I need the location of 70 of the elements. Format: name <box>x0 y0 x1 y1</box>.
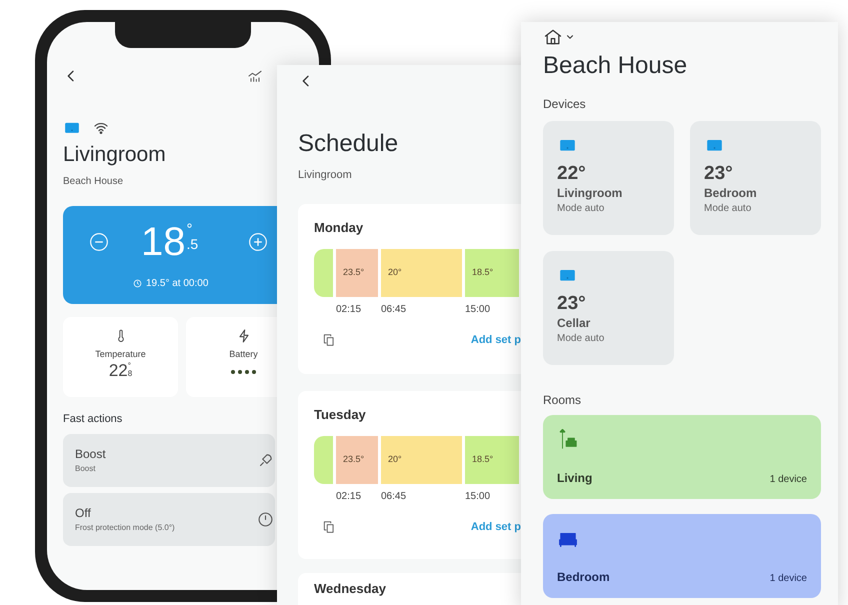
room-card[interactable]: Bedroom 1 device <box>543 514 821 598</box>
device-mode: Mode auto <box>557 332 604 346</box>
action-title: Boost <box>75 446 106 464</box>
section-heading: Fast actions <box>63 412 124 428</box>
degree-sign: ° <box>128 362 132 370</box>
section-heading: Rooms <box>543 392 582 409</box>
schedule-segment[interactable]: 18.5° <box>465 436 519 484</box>
device-card[interactable]: 23° Cellar Mode auto <box>543 251 674 365</box>
schedule-segment[interactable]: 20° <box>381 436 462 484</box>
minus-circle-icon <box>89 232 109 252</box>
device-count: 1 device <box>770 572 807 586</box>
copy-icon <box>322 333 336 348</box>
start-time: 15:00 <box>465 304 490 315</box>
action-subtitle: Boost <box>75 463 96 476</box>
device-temperature: 23° <box>557 292 586 316</box>
power-icon <box>257 510 274 528</box>
schedule-segment[interactable]: 23.5° <box>336 249 378 297</box>
clock-icon <box>133 279 142 288</box>
next-setpoint: 19.5° at 00:00 <box>146 277 208 292</box>
device-name: Bedroom <box>704 186 757 201</box>
device-temperature: 23° <box>704 162 733 186</box>
plus-button[interactable] <box>248 232 268 252</box>
room-title: Livingroom <box>63 142 167 168</box>
device-card[interactable]: 23° Bedroom Mode auto <box>690 121 821 235</box>
temperature-decimal: 8 <box>128 370 132 378</box>
room-subtitle: Livingroom <box>298 168 353 183</box>
action-subtitle: Frost protection mode (5.0°) <box>75 522 175 534</box>
battery-dots-icon <box>231 370 256 374</box>
temperature-value: 22 <box>108 362 128 379</box>
wifi-icon <box>93 120 109 136</box>
armchair-lamp-icon <box>557 429 579 451</box>
setpoint-decimal: .5 <box>186 237 198 252</box>
room-card[interactable]: Living 1 device <box>543 415 821 499</box>
screen-title: Beach House <box>543 51 688 81</box>
minus-button[interactable] <box>89 232 109 252</box>
action-title: Off <box>75 505 92 522</box>
device-mode: Mode auto <box>557 202 604 216</box>
home-selector[interactable] <box>543 27 575 47</box>
screen-title: Schedule <box>298 129 400 159</box>
home-icon <box>543 27 563 47</box>
start-time: 02:15 <box>336 491 362 502</box>
action-card[interactable]: Boost Boost <box>63 434 275 487</box>
start-time: 15:00 <box>465 491 490 502</box>
setpoint-value: 18 <box>141 222 186 262</box>
schedule-segment[interactable]: 23.5° <box>336 436 378 484</box>
start-time: 02:15 <box>336 304 362 315</box>
degree-sign: ° <box>186 222 194 238</box>
thermostat-icon <box>63 120 81 136</box>
day-name: Monday <box>314 218 364 237</box>
device-name: Livingroom <box>557 186 622 201</box>
copy-icon <box>322 520 336 534</box>
device-mode: Mode auto <box>704 202 752 216</box>
section-heading: Devices <box>543 96 587 113</box>
day-name: Tuesday <box>314 406 367 424</box>
device-name: Cellar <box>557 316 590 331</box>
plus-circle-icon <box>248 232 268 252</box>
schedule-segment[interactable]: 18.5° <box>465 249 519 297</box>
start-time: 06:45 <box>381 491 406 502</box>
schedule-segment[interactable]: 20° <box>381 249 462 297</box>
stat-label: Battery <box>229 348 258 362</box>
device-temperature: 22° <box>557 162 586 186</box>
room-name: Living <box>557 470 592 487</box>
action-card[interactable]: Off Frost protection mode (5.0°) <box>63 492 275 546</box>
device-count: 1 device <box>770 473 807 487</box>
start-time: 06:45 <box>381 304 406 315</box>
device-card[interactable]: 22° Livingroom Mode auto <box>543 121 674 235</box>
day-name: Wednesday <box>314 580 388 598</box>
chart-icon <box>247 68 263 84</box>
room-name: Bedroom <box>557 569 610 586</box>
stat-label: Temperature <box>95 348 146 362</box>
